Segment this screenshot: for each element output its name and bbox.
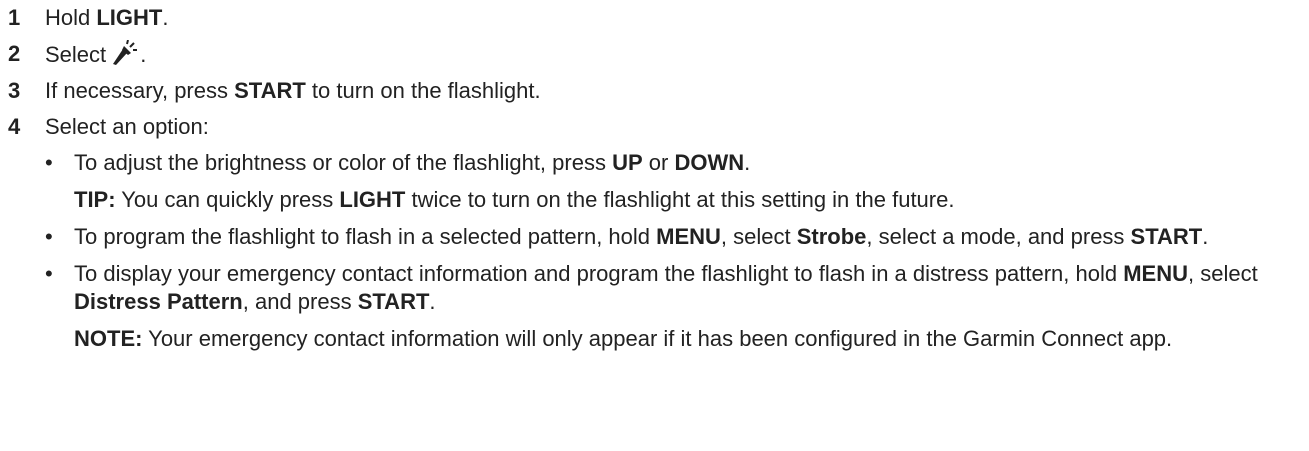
option-text: , select a mode, and press (866, 224, 1131, 249)
step-text: If necessary, press (45, 78, 235, 103)
step-text: Select (45, 42, 113, 67)
bullet-icon: • (45, 150, 53, 175)
option-text: . (429, 289, 436, 314)
tip-label: TIP: (74, 187, 116, 212)
bullet-icon: • (45, 261, 53, 286)
step-text: Hold (45, 5, 97, 30)
instruction-list: 1 Hold LIGHT. 2 Select . 3 If necessary, pr… (0, 0, 1309, 353)
key-up: UP (612, 150, 643, 175)
note-label: NOTE: (74, 326, 143, 351)
option-text: To adjust the brightness or color of the… (74, 150, 613, 175)
step-3: 3 If necessary, press START to turn on th… (8, 77, 1309, 105)
note-text: Your emergency contact information will … (142, 326, 1173, 351)
option-strobe: • To program the flashlight to flash in … (45, 223, 1309, 251)
menu-strobe: Strobe (796, 224, 867, 249)
option-list: • To adjust the brightness or color of t… (45, 149, 1309, 353)
key-start: START (234, 78, 306, 103)
step-text-end: to turn on the flashlight. (305, 78, 541, 103)
step-number: 4 (8, 114, 21, 139)
step-4: 4 Select an option: • To adjust the brigh… (8, 113, 1309, 353)
step-1: 1 Hold LIGHT. (8, 4, 1309, 32)
note-block: NOTE: Your emergency contact information… (74, 325, 1309, 353)
key-light: LIGHT (96, 5, 163, 30)
key-start: START (1130, 224, 1203, 249)
step-text: Select an option: (45, 114, 209, 139)
option-distress: • To display your emergency contact info… (45, 260, 1309, 353)
step-text-end: . (162, 5, 169, 30)
option-text: To program the flashlight to flash in a … (74, 224, 657, 249)
tip-note: TIP: You can quickly press LIGHT twice t… (74, 186, 1309, 214)
bullet-icon: • (45, 224, 53, 249)
option-text: . (744, 150, 751, 175)
option-text: or (642, 150, 675, 175)
menu-distress-pattern: Distress Pattern (74, 289, 243, 314)
tip-text: You can quickly press (115, 187, 340, 212)
option-text: , select (720, 224, 797, 249)
option-brightness: • To adjust the brightness or color of t… (45, 149, 1309, 214)
key-menu: MENU (1123, 261, 1189, 286)
step-text-end: . (140, 42, 147, 67)
option-text: To display your emergency contact inform… (74, 261, 1124, 286)
key-menu: MENU (656, 224, 721, 249)
tip-text-end: twice to turn on the flashlight at this … (405, 187, 955, 212)
key-start: START (357, 289, 430, 314)
step-number: 2 (8, 41, 21, 66)
flashlight-icon (112, 39, 140, 66)
step-number: 3 (8, 78, 21, 103)
option-text: , and press (242, 289, 358, 314)
key-light: LIGHT (339, 187, 406, 212)
step-number: 1 (8, 5, 21, 30)
key-down: DOWN (674, 150, 745, 175)
option-text: , select (1188, 261, 1258, 286)
option-text: . (1202, 224, 1209, 249)
step-2: 2 Select . (8, 39, 1309, 69)
